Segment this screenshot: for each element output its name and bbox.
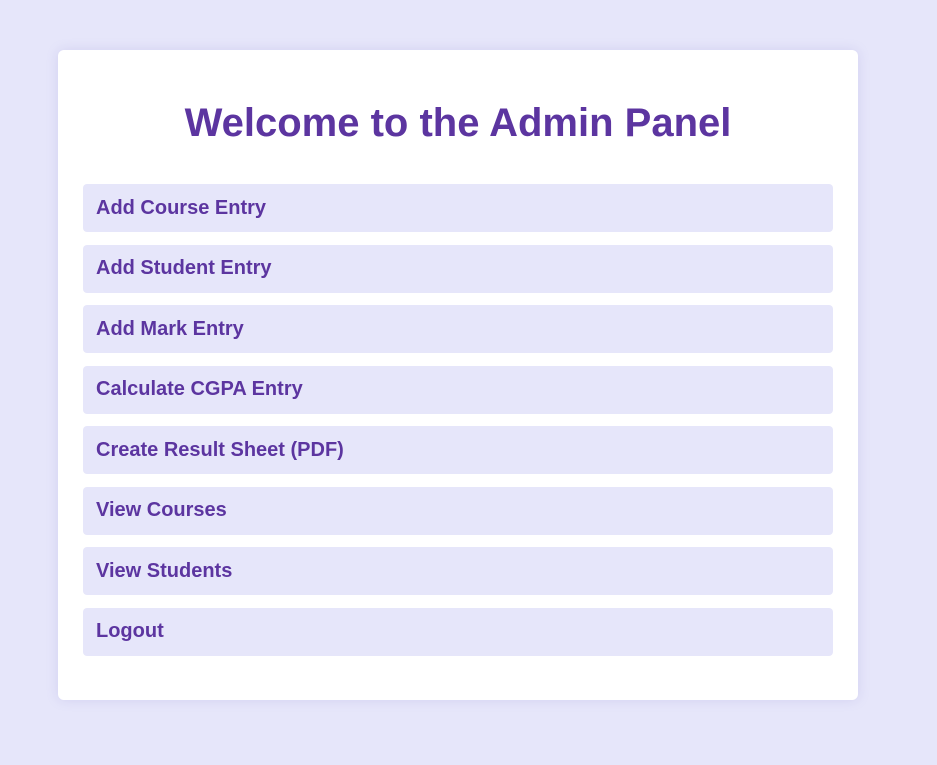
menu-item-view-students[interactable]: View Students: [83, 547, 833, 595]
page-title: Welcome to the Admin Panel: [184, 101, 732, 145]
menu-item-view-courses[interactable]: View Courses: [83, 486, 833, 535]
menu-item-calculate-cgpa-entry[interactable]: Calculate CGPA Entry: [83, 365, 833, 414]
admin-panel-card: Welcome to the Admin Panel Add Course En…: [58, 50, 858, 700]
admin-menu: Add Course Entry Add Student Entry Add M…: [83, 184, 833, 656]
menu-item-logout[interactable]: Logout: [83, 607, 833, 656]
menu-item-create-result-sheet[interactable]: Create Result Sheet (PDF): [83, 426, 833, 474]
menu-item-add-mark-entry[interactable]: Add Mark Entry: [83, 305, 833, 353]
menu-item-add-course-entry[interactable]: Add Course Entry: [83, 184, 833, 232]
menu-item-add-student-entry[interactable]: Add Student Entry: [83, 244, 833, 293]
